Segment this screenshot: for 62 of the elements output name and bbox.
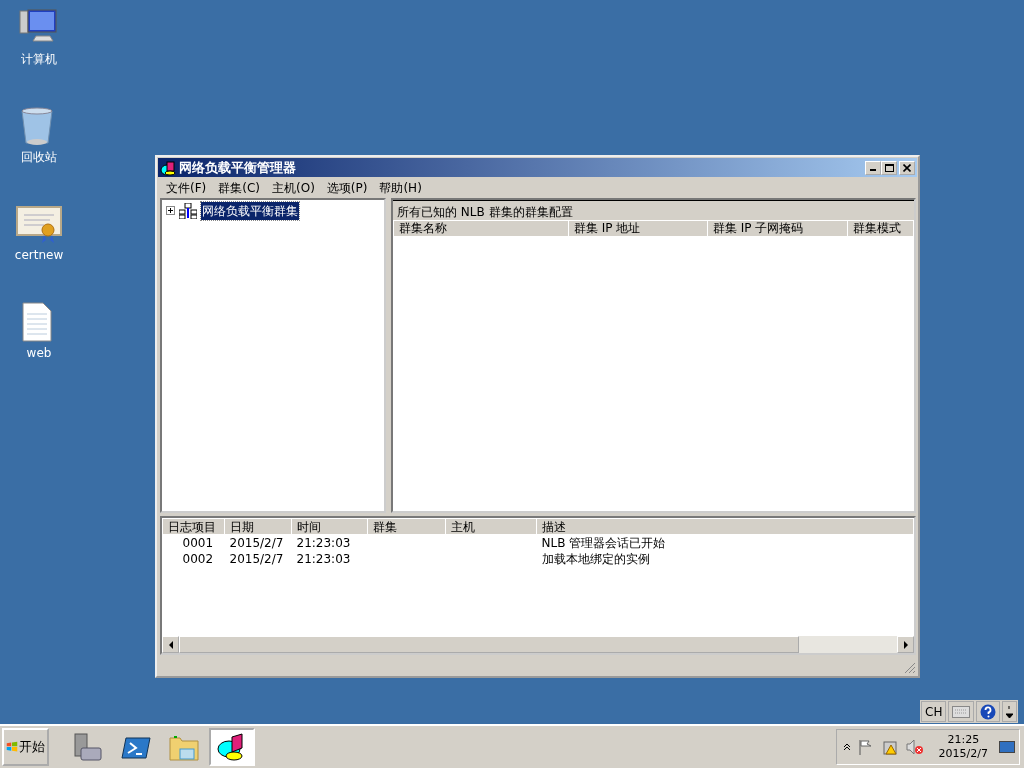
desktop-icon-label[interactable]: web <box>26 346 52 360</box>
menu-item[interactable]: 选项(P) <box>320 178 374 197</box>
column-header[interactable]: 群集 IP 地址 <box>568 220 708 237</box>
network-warning-icon[interactable] <box>880 739 899 755</box>
menu-item[interactable]: 文件(F) <box>160 178 213 197</box>
close-button[interactable] <box>899 160 915 175</box>
table-cell: 2015/2/7 <box>229 552 284 567</box>
windows-logo-icon <box>6 740 18 754</box>
options-icon <box>1006 705 1014 718</box>
scroll-thumb[interactable] <box>179 636 799 654</box>
right-arrow-icon <box>902 640 909 649</box>
column-header[interactable]: 主机 <box>445 518 537 535</box>
app-icon <box>160 159 176 176</box>
column-header[interactable]: 时间 <box>291 518 368 535</box>
table-cell: 0001 <box>182 536 214 551</box>
window-title: 网络负载平衡管理器 <box>179 158 296 177</box>
scroll-right-button[interactable] <box>897 636 914 654</box>
table-cell: 0002 <box>182 552 214 567</box>
maximize-button[interactable] <box>881 160 897 175</box>
options-button[interactable] <box>1002 701 1018 722</box>
desktop-icon-label[interactable]: 回收站 <box>21 150 57 164</box>
maximize-icon <box>884 163 894 172</box>
speaker-muted-icon[interactable] <box>905 739 924 755</box>
chevron-up-icon[interactable] <box>842 743 851 751</box>
table-cell: NLB 管理器会话已开始 <box>541 536 666 551</box>
table-cell: 21:23:03 <box>296 552 351 567</box>
left-arrow-icon <box>167 640 174 649</box>
column-header[interactable]: 日期 <box>224 518 292 535</box>
flag-icon[interactable] <box>857 739 874 755</box>
tree-item[interactable]: 网络负载平衡群集 <box>201 201 299 220</box>
keyboard-icon <box>952 705 971 718</box>
table-cell: 加载本地绑定的实例 <box>541 552 650 567</box>
column-header[interactable]: 日志项目 <box>162 518 225 535</box>
menu-item[interactable]: 主机(O) <box>266 178 321 197</box>
cluster-icon <box>179 202 197 219</box>
menu-item[interactable]: 群集(C) <box>212 178 266 197</box>
scroll-left-button[interactable] <box>162 636 179 654</box>
clock-time[interactable]: 21:25 <box>947 733 980 747</box>
column-header[interactable]: 群集 <box>367 518 446 535</box>
desktop-icon-label[interactable]: certnew <box>14 248 64 262</box>
panel-heading: 所有已知的 NLB 群集的群集配置 <box>393 199 914 220</box>
minimize-button[interactable] <box>865 160 881 175</box>
help-icon <box>980 703 997 720</box>
desktop-icon-label[interactable]: 计算机 <box>21 52 57 66</box>
table-cell: 2015/2/7 <box>229 536 284 551</box>
language-button[interactable]: CH <box>921 701 947 722</box>
clock-date[interactable]: 2015/2/7 <box>938 747 988 761</box>
column-header[interactable]: 群集模式 <box>847 220 914 237</box>
taskbar-app-button[interactable] <box>209 728 255 766</box>
column-header[interactable]: 描述 <box>536 518 914 535</box>
help-button[interactable] <box>976 701 1001 722</box>
menu-item[interactable]: 帮助(H) <box>373 178 428 197</box>
start-button[interactable]: 开始 <box>2 728 49 766</box>
horizontal-scrollbar[interactable] <box>162 636 914 654</box>
column-header[interactable]: 群集 IP 子网掩码 <box>707 220 848 237</box>
close-icon <box>903 163 911 172</box>
certificate-icon[interactable] <box>16 204 62 244</box>
table-cell: 21:23:03 <box>296 536 351 551</box>
expand-icon[interactable] <box>166 206 175 216</box>
column-header[interactable]: 群集名称 <box>393 220 569 237</box>
minimize-icon <box>870 168 876 171</box>
resize-grip-icon[interactable] <box>904 662 916 674</box>
